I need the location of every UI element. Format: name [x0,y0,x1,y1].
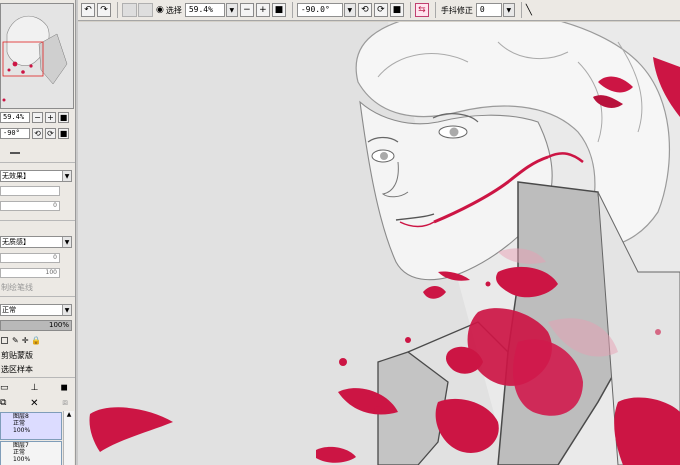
rotate-left-button[interactable]: ⟲ [357,3,372,17]
navigator-thumbnail [1,4,73,108]
divider [0,220,75,221]
chevron-down-icon: ▼ [62,305,71,315]
flip-horizontal-button[interactable]: ⇆ [414,3,429,17]
navigator-preview[interactable] [0,3,74,109]
effect-dropdown-label: 无效果】 [2,172,30,180]
rotate-right-button[interactable]: ⟳ [45,128,56,139]
layer-scrollbar[interactable]: ▲ [63,411,74,465]
line-tool-icon[interactable]: ╲ [526,5,532,16]
selection-label[interactable]: 选择 [166,5,182,16]
left-panel: 59.4% − + ■ -90° ⟲ ⟳ ■ 无效果】 ▼ 0 无质感】 ▼ 0… [0,0,76,465]
new-folder-icon[interactable]: ◼ [61,383,68,393]
top-toolbar: ↶ ↷ ◉ 选择 59.4% ▼ − + ■ -90.0° ▼ ⟲ ⟳ ■ ⇆ … [78,0,680,21]
pin-icon[interactable]: ✛ [22,336,29,345]
new-linework-layer-icon[interactable]: ⊥ [31,383,39,393]
layer-name: 图层7 [13,442,29,449]
divider [0,296,75,297]
layer-opacity: 100% [13,427,31,434]
chevron-down-icon: ▼ [62,237,71,247]
stabilizer-label: 手抖修正 [440,5,473,15]
rotate-left-button[interactable]: ⟲ [32,128,43,139]
undo-button[interactable]: ↶ [81,3,95,17]
divider [434,2,436,18]
rotate-reset-button[interactable]: ■ [58,128,69,139]
guide-label: 制绘笔线 [1,283,33,292]
zoom-row: 59.4% − + ■ [0,111,69,124]
drawing-canvas[interactable] [78,22,680,465]
blend-mode-dropdown[interactable]: 正常 ▼ [0,304,72,316]
rotate-reset-button[interactable]: ■ [389,3,404,17]
zoom-reset-button[interactable]: ■ [271,3,286,17]
zoom-field[interactable]: 59.4% [184,3,225,17]
rotation-dropdown[interactable]: ▼ [343,3,356,17]
rotation-field[interactable]: -90° [0,128,30,139]
app-window: 59.4% − + ■ -90° ⟲ ⟳ ■ 无效果】 ▼ 0 无质感】 ▼ 0… [0,0,680,465]
zoom-out-button[interactable]: − [32,112,43,123]
scroll-up-icon[interactable]: ▲ [64,411,74,418]
zoom-field[interactable]: 59.4% [0,112,30,123]
pen-icon[interactable]: ✎ [12,336,19,345]
merge-layer-icon[interactable]: ⧉ [0,398,6,408]
layer-item[interactable]: 图层7 正常 100% [0,441,62,465]
chevron-down-icon: ▼ [62,171,71,181]
deselect-button[interactable] [122,3,137,17]
rotation-row: -90° ⟲ ⟳ ■ [0,127,69,140]
layer-toolbar-bottom: ⧉ ✕ ⧈ [0,396,75,410]
zoom-dropdown[interactable]: ▼ [225,3,238,17]
layer-mode: 正常 [13,449,26,456]
layer-toolbar-top: ▭ ⊥ ◼ [0,381,75,395]
rotate-right-button[interactable]: ⟳ [373,3,388,17]
layer-mode: 正常 [13,420,26,427]
opacity-slider[interactable]: 100% [0,320,72,331]
new-layer-icon[interactable]: ▭ [0,383,9,393]
layer-opacity: 100% [13,456,31,463]
checkbox[interactable] [1,337,8,344]
layer-options-row: ✎ ✛ 🔒 [1,336,41,345]
texture-dropdown-label: 无质感】 [2,238,30,246]
effect-strength-slider[interactable]: 0 [0,201,60,211]
zoom-in-button[interactable]: + [255,3,270,17]
lock-icon[interactable]: 🔒 [31,336,41,345]
zoom-out-button[interactable]: − [239,3,254,17]
texture-dropdown[interactable]: 无质感】 ▼ [0,236,72,248]
artwork [89,22,680,465]
rotation-field[interactable]: -90.0° [296,3,343,17]
select-all-button[interactable] [138,3,153,17]
clear-layer-icon[interactable]: ⧈ [62,398,68,408]
collapse-bar-icon[interactable] [10,152,20,154]
select-source-label[interactable]: 选区样本 [1,364,33,375]
delete-layer-icon[interactable]: ✕ [30,398,38,409]
stabilizer-dropdown[interactable]: ▼ [502,3,515,17]
divider [117,2,118,18]
divider [520,2,522,18]
stabilizer-field[interactable]: 0 [475,3,502,17]
texture-scale-slider[interactable]: 0 [0,253,60,263]
clip-group-label[interactable]: 剪贴蒙版 [1,350,33,361]
divider [291,2,293,18]
divider [0,162,75,163]
layer-name: 图层8 [13,413,29,420]
texture-strength-slider[interactable]: 100 [0,268,60,278]
eye-icon[interactable]: ◉ [156,5,164,15]
layer-item[interactable]: 图层8 正常 100% [0,412,62,440]
zoom-in-button[interactable]: + [45,112,56,123]
redo-button[interactable]: ↷ [97,3,111,17]
zoom-reset-button[interactable]: ■ [58,112,69,123]
effect-slider[interactable] [0,186,60,196]
blend-mode-label: 正常 [2,306,16,314]
divider [409,2,411,18]
divider [0,377,75,378]
effect-dropdown[interactable]: 无效果】 ▼ [0,170,72,182]
